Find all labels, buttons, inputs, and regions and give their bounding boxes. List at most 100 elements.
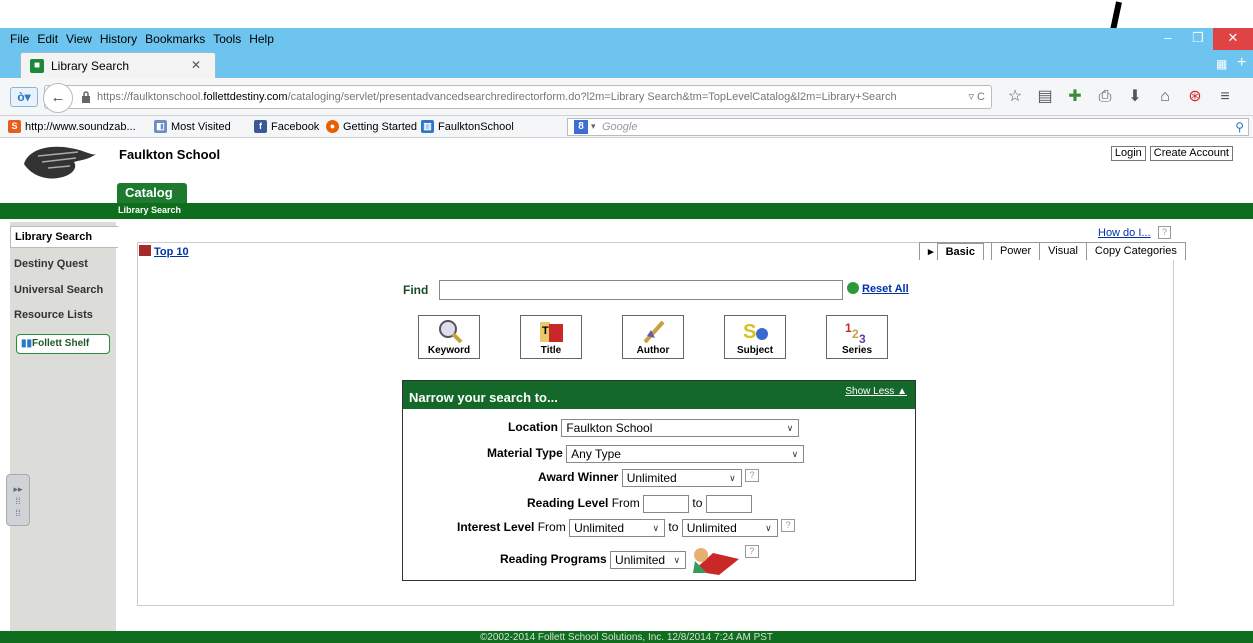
minimize-icon[interactable]: – [1153,28,1183,50]
from-label: From [611,496,640,511]
how-do-i-link[interactable]: How do I... [1098,227,1151,239]
window-controls: – ❐ ✕ [1153,28,1253,50]
top10-link[interactable]: Top 10 [139,245,189,258]
nav-resource-lists[interactable]: Resource Lists [14,309,93,321]
books-icon: ▮▮ [21,338,33,349]
narrow-search-box: Narrow your search to... Show Less ▲ Loc… [402,380,916,581]
home-icon[interactable]: ⌂ [1150,86,1180,108]
browser-menu-icon[interactable]: ò▾ [10,87,38,107]
tab-visual[interactable]: Visual [1039,242,1087,260]
reading-programs-select[interactable]: Unlimited ∨ [610,551,687,569]
lock-icon [82,91,90,103]
search-icon[interactable]: ⚲ [1235,120,1244,134]
left-nav: Library Search Destiny Quest Universal S… [10,222,118,642]
author-label: Author [636,345,670,356]
keyword-search-button[interactable]: Keyword [418,315,480,359]
menu-tools[interactable]: Tools [209,28,245,46]
download-icon[interactable]: ⬇ [1120,86,1150,108]
to-label: to [668,520,679,535]
tab-power[interactable]: Power [990,242,1041,260]
reading-programs-label: Reading Programs [500,552,607,567]
interest-from-select[interactable]: Unlimited ∨ [569,519,666,537]
series-label: Series [841,345,873,356]
nav-library-search[interactable]: Library Search [10,226,118,248]
help-icon[interactable]: ? [744,545,759,558]
tab-close-icon[interactable]: ✕ [191,58,201,72]
title-search-button[interactable]: T Title [520,315,582,359]
close-icon[interactable]: ✕ [1213,28,1253,50]
follett-shelf-button[interactable]: ▮▮Follett Shelf [16,334,110,354]
bookmark-facebook[interactable]: f Facebook [254,120,319,133]
show-less-link[interactable]: Show Less ▲ [845,386,907,397]
bookmark-most-visited[interactable]: ◧ Most Visited [154,120,231,133]
nav-universal-search[interactable]: Universal Search [14,284,103,296]
to-label: to [692,496,703,511]
subject-label: Subject [736,345,774,356]
subject-search-button[interactable]: S Subject [724,315,786,359]
browser-tab[interactable]: ■ Library Search ✕ [20,52,216,78]
help-icon[interactable]: ? [745,469,760,482]
account-links: Login Create Account [1110,146,1233,161]
magnifier-icon [439,320,463,344]
menu-bar: File Edit View History Bookmarks Tools Help [0,28,1253,50]
bookmark-getting-started[interactable]: ● Getting Started [326,120,417,133]
print-icon[interactable]: ⎙ [1090,86,1120,108]
help-icon[interactable]: ? [781,519,796,532]
tab-groups-icon[interactable]: ▦ [1216,57,1227,71]
interest-label: Interest Level [457,520,535,535]
menu-edit[interactable]: Edit [33,28,62,46]
menu-view[interactable]: View [62,28,96,46]
bookmark-faulktonschool[interactable]: ▥ FaulktonSchool [421,120,514,133]
search-mode-tabs: ▸ Basic Power Visual Copy Categories [919,242,1186,260]
new-tab-icon[interactable]: + [1237,54,1246,72]
menu-help[interactable]: Help [245,28,278,46]
keyword-label: Keyword [427,345,471,356]
menu-history[interactable]: History [96,28,141,46]
url-bar[interactable]: ← https://faulktonschool.follettdestiny.… [43,83,992,113]
interest-to-select[interactable]: Unlimited ∨ [681,519,778,537]
nav-destiny-quest[interactable]: Destiny Quest [14,258,88,270]
hamburger-menu-icon[interactable]: ≡ [1210,86,1240,108]
top10-icon [139,245,151,256]
search-engine-dropdown-icon[interactable]: ▾ [591,121,596,132]
page-footer: ©2002-2014 Follett School Solutions, Inc… [0,631,1253,643]
section-subtitle: Library Search [118,205,182,215]
quill-icon [643,320,665,344]
find-input[interactable] [439,280,843,300]
tab-basic[interactable]: ▸ Basic [919,242,992,260]
top10-label: Top 10 [154,246,189,258]
location-select[interactable]: Faulkton School ∨ [561,419,800,437]
addon-icon[interactable]: ✚ [1060,86,1090,108]
reset-icon [847,282,859,294]
create-account-button[interactable]: Create Account [1149,146,1233,161]
reading-level-to-input[interactable] [705,495,752,513]
google-icon: 8 [574,120,588,134]
login-button[interactable]: Login [1110,146,1146,161]
reading-book-icon [693,548,740,575]
location-label: Location [508,420,558,435]
series-search-button[interactable]: 123 Series [826,315,888,359]
svg-text:S: S [743,321,756,343]
help-icon[interactable]: ? [1158,226,1171,239]
material-select[interactable]: Any Type ∨ [566,445,805,463]
menu-bookmarks[interactable]: Bookmarks [141,28,209,46]
tab-catalog[interactable]: Catalog [117,183,187,203]
material-label: Material Type [487,446,563,461]
tab-title: Library Search [51,59,130,73]
restore-icon[interactable]: ❐ [1183,28,1213,50]
reload-icon[interactable]: ▿ C [968,90,985,103]
back-arrow-icon[interactable]: ← [43,83,73,113]
reset-all-link[interactable]: Reset All [847,282,909,295]
author-search-button[interactable]: Author [622,315,684,359]
bookmark-star-icon[interactable]: ☆ [1000,86,1030,108]
reading-level-from-input[interactable] [643,495,690,513]
pinterest-icon[interactable]: ⊛ [1180,86,1210,108]
sidebar-toggle-handle[interactable]: ▸▸ ⁞⁞ ⁞⁞ [6,474,30,526]
menu-file[interactable]: File [0,28,33,46]
reader-list-icon[interactable]: ▤ [1030,86,1060,108]
web-search-box[interactable]: 8 ▾ Google ⚲ [567,118,1249,136]
reading-level-label: Reading Level [527,496,609,511]
bookmark-soundzabound[interactable]: Shttp://www.soundzab... [8,120,136,133]
award-select[interactable]: Unlimited ∨ [621,469,742,487]
tab-copy-categories[interactable]: Copy Categories [1085,242,1186,260]
